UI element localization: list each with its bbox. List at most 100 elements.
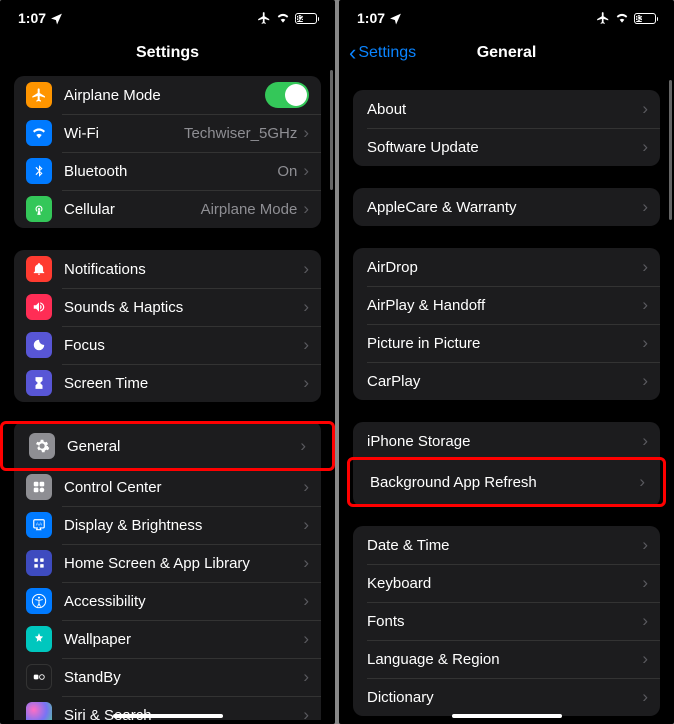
display-row[interactable]: AA Display & Brightness ›: [14, 506, 321, 544]
cellular-row[interactable]: Cellular Airplane Mode ›: [14, 190, 321, 228]
status-time: 1:07: [357, 10, 385, 26]
row-label: Cellular: [64, 201, 201, 218]
airplane-mode-row[interactable]: Airplane Mode: [14, 76, 321, 114]
chevron-right-icon: ›: [642, 371, 648, 391]
row-label: Wi-Fi: [64, 125, 184, 142]
row-label: AppleCare & Warranty: [367, 199, 642, 216]
sounds-row[interactable]: Sounds & Haptics ›: [14, 288, 321, 326]
wifi-icon: [276, 11, 290, 25]
chevron-right-icon: ›: [303, 667, 309, 687]
airplane-toggle[interactable]: [265, 82, 309, 108]
focus-row[interactable]: Focus ›: [14, 326, 321, 364]
keyboard-row[interactable]: Keyboard ›: [353, 564, 660, 602]
row-label: Wallpaper: [64, 631, 303, 648]
nav-header: Settings: [0, 36, 335, 70]
airdrop-row[interactable]: AirDrop ›: [353, 248, 660, 286]
home-indicator[interactable]: [452, 714, 562, 718]
row-label: Notifications: [64, 261, 303, 278]
page-title: Settings: [136, 44, 199, 62]
wallpaper-row[interactable]: Wallpaper ›: [14, 620, 321, 658]
chevron-right-icon: ›: [642, 137, 648, 157]
chevron-right-icon: ›: [642, 257, 648, 277]
airplay-row[interactable]: AirPlay & Handoff ›: [353, 286, 660, 324]
pip-row[interactable]: Picture in Picture ›: [353, 324, 660, 362]
home-indicator[interactable]: [113, 714, 223, 718]
chevron-right-icon: ›: [303, 477, 309, 497]
gear-icon: [29, 433, 55, 459]
battery-indicator: 32: [295, 13, 317, 24]
dictionary-row[interactable]: Dictionary ›: [353, 678, 660, 716]
chevron-right-icon: ›: [303, 515, 309, 535]
row-label: CarPlay: [367, 373, 642, 390]
row-label: Control Center: [64, 479, 303, 496]
chevron-right-icon: ›: [303, 161, 309, 181]
iphone-storage-row[interactable]: iPhone Storage ›: [353, 422, 660, 460]
airplane-mode-icon: [257, 11, 271, 25]
wallpaper-icon: [26, 626, 52, 652]
general-group-applecare: AppleCare & Warranty ›: [353, 188, 660, 226]
wifi-icon: [26, 120, 52, 146]
scroll-indicator[interactable]: [330, 70, 333, 190]
homescreen-row[interactable]: Home Screen & App Library ›: [14, 544, 321, 582]
siri-icon: [26, 702, 52, 720]
carplay-row[interactable]: CarPlay ›: [353, 362, 660, 400]
row-label: Focus: [64, 337, 303, 354]
chevron-right-icon: ›: [303, 591, 309, 611]
chevron-right-icon: ›: [642, 197, 648, 217]
accessibility-row[interactable]: Accessibility ›: [14, 582, 321, 620]
back-button[interactable]: ‹ Settings: [349, 40, 416, 66]
about-row[interactable]: About ›: [353, 90, 660, 128]
fonts-row[interactable]: Fonts ›: [353, 602, 660, 640]
language-row[interactable]: Language & Region ›: [353, 640, 660, 678]
chevron-right-icon: ›: [639, 472, 645, 492]
general-screen: 1:07 33 ‹ Settings General About › Softw…: [339, 0, 674, 724]
row-label: Accessibility: [64, 593, 303, 610]
airplane-mode-icon: [596, 11, 610, 25]
general-row[interactable]: General ›: [17, 427, 318, 465]
row-label: AirDrop: [367, 259, 642, 276]
wifi-icon: [615, 11, 629, 25]
row-label: Dictionary: [367, 689, 642, 706]
wifi-row[interactable]: Wi-Fi Techwiser_5GHz ›: [14, 114, 321, 152]
row-value: Airplane Mode: [201, 201, 298, 218]
chevron-right-icon: ›: [303, 297, 309, 317]
background-app-refresh-row[interactable]: Background App Refresh ›: [356, 463, 657, 501]
settings-group-connectivity: Airplane Mode Wi-Fi Techwiser_5GHz › Blu…: [14, 76, 321, 228]
chevron-right-icon: ›: [642, 611, 648, 631]
standby-icon: [26, 664, 52, 690]
row-label: Picture in Picture: [367, 335, 642, 352]
cellular-icon: [26, 196, 52, 222]
display-icon: AA: [26, 512, 52, 538]
status-bar: 1:07 33: [339, 0, 674, 36]
applecare-row[interactable]: AppleCare & Warranty ›: [353, 188, 660, 226]
screentime-icon: [26, 370, 52, 396]
software-update-row[interactable]: Software Update ›: [353, 128, 660, 166]
row-label: Bluetooth: [64, 163, 277, 180]
standby-row[interactable]: StandBy ›: [14, 658, 321, 696]
settings-group-system: General › Control Center › AA Display & …: [14, 421, 321, 720]
general-group-storage: iPhone Storage › Background App Refresh …: [353, 422, 660, 507]
chevron-right-icon: ›: [303, 373, 309, 393]
controlcenter-row[interactable]: Control Center ›: [14, 468, 321, 506]
row-label: Fonts: [367, 613, 642, 630]
chevron-right-icon: ›: [642, 649, 648, 669]
battery-indicator: 33: [634, 13, 656, 24]
row-value: Techwiser_5GHz: [184, 125, 297, 142]
row-label: StandBy: [64, 669, 303, 686]
focus-icon: [26, 332, 52, 358]
scroll-indicator[interactable]: [669, 80, 672, 220]
chevron-right-icon: ›: [642, 333, 648, 353]
accessibility-icon: [26, 588, 52, 614]
chevron-right-icon: ›: [642, 573, 648, 593]
controlcenter-icon: [26, 474, 52, 500]
row-label: Home Screen & App Library: [64, 555, 303, 572]
location-icon: [389, 12, 402, 25]
nav-header: ‹ Settings General: [339, 36, 674, 70]
settings-screen: 1:07 32 Settings Airplane Mode Wi-Fi Tec…: [0, 0, 335, 724]
bluetooth-row[interactable]: Bluetooth On ›: [14, 152, 321, 190]
datetime-row[interactable]: Date & Time ›: [353, 526, 660, 564]
chevron-right-icon: ›: [303, 553, 309, 573]
notifications-row[interactable]: Notifications ›: [14, 250, 321, 288]
chevron-right-icon: ›: [303, 629, 309, 649]
screentime-row[interactable]: Screen Time ›: [14, 364, 321, 402]
